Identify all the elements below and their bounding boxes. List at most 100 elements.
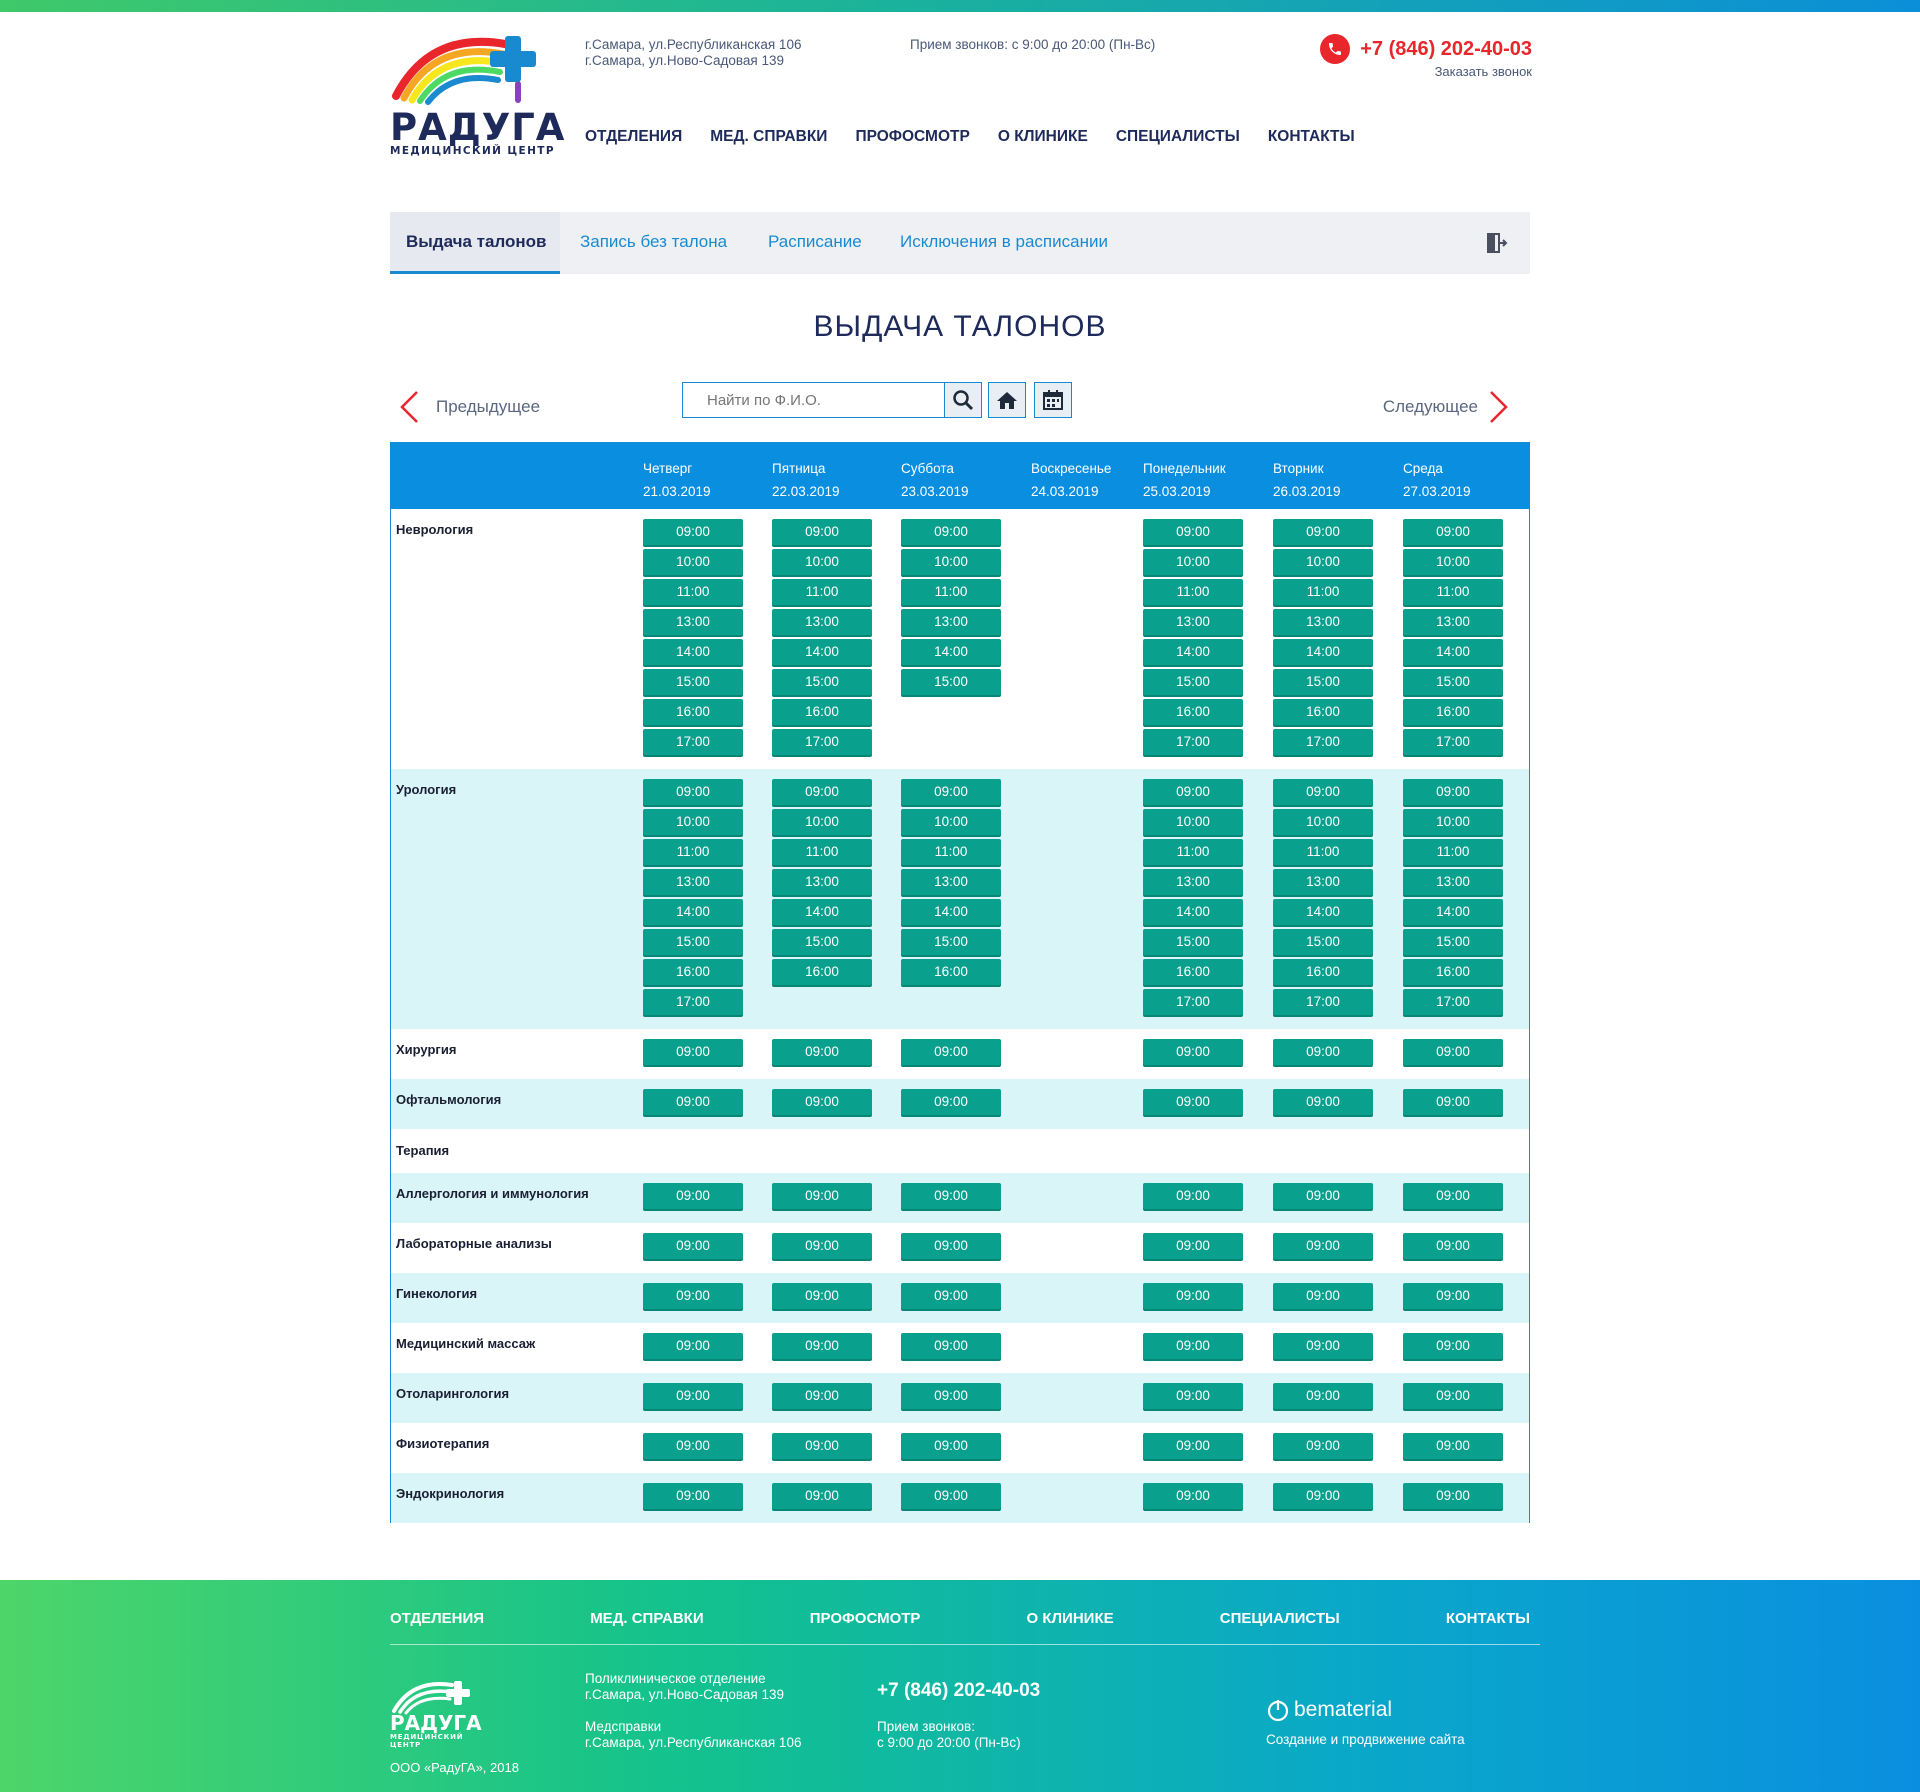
time-slot-button[interactable]: 09:00 [1403, 519, 1503, 545]
time-slot-button[interactable]: 09:00 [772, 1333, 872, 1359]
time-slot-button[interactable]: 09:00 [643, 779, 743, 805]
time-slot-button[interactable]: 09:00 [1273, 519, 1373, 545]
time-slot-button[interactable]: 10:00 [643, 549, 743, 575]
time-slot-button[interactable]: 09:00 [1273, 1383, 1373, 1409]
time-slot-button[interactable]: 09:00 [901, 1233, 1001, 1259]
search-button[interactable] [944, 382, 982, 418]
time-slot-button[interactable]: 16:00 [901, 959, 1001, 985]
nav-item-about[interactable]: О КЛИНИКЕ [998, 128, 1088, 146]
time-slot-button[interactable]: 15:00 [772, 929, 872, 955]
time-slot-button[interactable]: 09:00 [1143, 1483, 1243, 1509]
time-slot-button[interactable]: 09:00 [772, 1483, 872, 1509]
time-slot-button[interactable]: 09:00 [643, 1433, 743, 1459]
time-slot-button[interactable]: 09:00 [1273, 1483, 1373, 1509]
time-slot-button[interactable]: 16:00 [643, 699, 743, 725]
prev-week-button[interactable]: Предыдущее [398, 390, 540, 424]
time-slot-button[interactable]: 10:00 [1143, 809, 1243, 835]
time-slot-button[interactable]: 10:00 [643, 809, 743, 835]
time-slot-button[interactable]: 13:00 [772, 609, 872, 635]
time-slot-button[interactable]: 11:00 [772, 579, 872, 605]
time-slot-button[interactable]: 13:00 [1403, 609, 1503, 635]
nav-item-contacts[interactable]: КОНТАКТЫ [1268, 128, 1355, 146]
time-slot-button[interactable]: 16:00 [1273, 959, 1373, 985]
time-slot-button[interactable]: 09:00 [901, 1039, 1001, 1065]
time-slot-button[interactable]: 09:00 [1403, 779, 1503, 805]
time-slot-button[interactable]: 09:00 [643, 519, 743, 545]
home-button[interactable] [988, 382, 1026, 418]
time-slot-button[interactable]: 09:00 [1403, 1039, 1503, 1065]
time-slot-button[interactable]: 09:00 [772, 1283, 872, 1309]
time-slot-button[interactable]: 15:00 [643, 929, 743, 955]
footer-nav-contacts[interactable]: КОНТАКТЫ [1446, 1610, 1530, 1627]
time-slot-button[interactable]: 09:00 [772, 1433, 872, 1459]
time-slot-button[interactable]: 17:00 [1143, 729, 1243, 755]
time-slot-button[interactable]: 09:00 [901, 1283, 1001, 1309]
callback-link[interactable]: Заказать звонок [1435, 64, 1532, 79]
time-slot-button[interactable]: 09:00 [772, 519, 872, 545]
time-slot-button[interactable]: 09:00 [1273, 1089, 1373, 1115]
nav-item-med-certificates[interactable]: МЕД. СПРАВКИ [710, 128, 827, 146]
time-slot-button[interactable]: 11:00 [1273, 839, 1373, 865]
time-slot-button[interactable]: 17:00 [772, 729, 872, 755]
time-slot-button[interactable]: 11:00 [1403, 839, 1503, 865]
time-slot-button[interactable]: 10:00 [1273, 809, 1373, 835]
time-slot-button[interactable]: 14:00 [643, 639, 743, 665]
time-slot-button[interactable]: 09:00 [772, 1383, 872, 1409]
footer-nav-departments[interactable]: ОТДЕЛЕНИЯ [390, 1610, 484, 1627]
time-slot-button[interactable]: 09:00 [1273, 1333, 1373, 1359]
time-slot-button[interactable]: 14:00 [901, 899, 1001, 925]
time-slot-button[interactable]: 16:00 [772, 959, 872, 985]
time-slot-button[interactable]: 09:00 [1403, 1383, 1503, 1409]
time-slot-button[interactable]: 09:00 [1143, 1183, 1243, 1209]
time-slot-button[interactable]: 09:00 [1143, 519, 1243, 545]
time-slot-button[interactable]: 09:00 [643, 1183, 743, 1209]
time-slot-button[interactable]: 09:00 [643, 1483, 743, 1509]
time-slot-button[interactable]: 14:00 [772, 639, 872, 665]
footer-nav-specialists[interactable]: СПЕЦИАЛИСТЫ [1220, 1610, 1340, 1627]
time-slot-button[interactable]: 09:00 [1273, 1283, 1373, 1309]
time-slot-button[interactable]: 14:00 [643, 899, 743, 925]
time-slot-button[interactable]: 09:00 [1143, 1039, 1243, 1065]
time-slot-button[interactable]: 09:00 [901, 519, 1001, 545]
footer-nav-about[interactable]: О КЛИНИКЕ [1027, 1610, 1114, 1627]
time-slot-button[interactable]: 10:00 [901, 809, 1001, 835]
nav-item-departments[interactable]: ОТДЕЛЕНИЯ [585, 128, 682, 146]
time-slot-button[interactable]: 14:00 [1143, 899, 1243, 925]
time-slot-button[interactable]: 09:00 [772, 1233, 872, 1259]
time-slot-button[interactable]: 10:00 [1143, 549, 1243, 575]
time-slot-button[interactable]: 09:00 [1143, 1233, 1243, 1259]
developer-logo[interactable]: bematerial [1266, 1698, 1392, 1722]
time-slot-button[interactable]: 15:00 [901, 669, 1001, 695]
time-slot-button[interactable]: 09:00 [643, 1383, 743, 1409]
time-slot-button[interactable]: 11:00 [1403, 579, 1503, 605]
time-slot-button[interactable]: 09:00 [772, 1183, 872, 1209]
time-slot-button[interactable]: 09:00 [772, 1039, 872, 1065]
nav-item-checkup[interactable]: ПРОФОСМОТР [855, 128, 969, 146]
time-slot-button[interactable]: 13:00 [1143, 869, 1243, 895]
time-slot-button[interactable]: 09:00 [1143, 1333, 1243, 1359]
time-slot-button[interactable]: 17:00 [1403, 729, 1503, 755]
time-slot-button[interactable]: 17:00 [1143, 989, 1243, 1015]
time-slot-button[interactable]: 09:00 [901, 779, 1001, 805]
time-slot-button[interactable]: 13:00 [1403, 869, 1503, 895]
time-slot-button[interactable]: 10:00 [772, 809, 872, 835]
footer-nav-checkup[interactable]: ПРОФОСМОТР [810, 1610, 921, 1627]
time-slot-button[interactable]: 09:00 [1403, 1233, 1503, 1259]
time-slot-button[interactable]: 09:00 [901, 1433, 1001, 1459]
tab-no-ticket[interactable]: Запись без талона [580, 212, 727, 274]
time-slot-button[interactable]: 14:00 [1273, 639, 1373, 665]
time-slot-button[interactable]: 13:00 [1273, 609, 1373, 635]
time-slot-button[interactable]: 15:00 [1143, 929, 1243, 955]
time-slot-button[interactable]: 10:00 [901, 549, 1001, 575]
time-slot-button[interactable]: 09:00 [1273, 1233, 1373, 1259]
time-slot-button[interactable]: 09:00 [901, 1183, 1001, 1209]
time-slot-button[interactable]: 16:00 [1143, 959, 1243, 985]
time-slot-button[interactable]: 17:00 [1403, 989, 1503, 1015]
time-slot-button[interactable]: 14:00 [1143, 639, 1243, 665]
time-slot-button[interactable]: 17:00 [1273, 729, 1373, 755]
time-slot-button[interactable]: 15:00 [1143, 669, 1243, 695]
time-slot-button[interactable]: 10:00 [772, 549, 872, 575]
time-slot-button[interactable]: 10:00 [1273, 549, 1373, 575]
footer-logo[interactable]: РАДУГА МЕДИЦИНСКИЙ ЦЕНТР [390, 1675, 490, 1749]
time-slot-button[interactable]: 14:00 [772, 899, 872, 925]
